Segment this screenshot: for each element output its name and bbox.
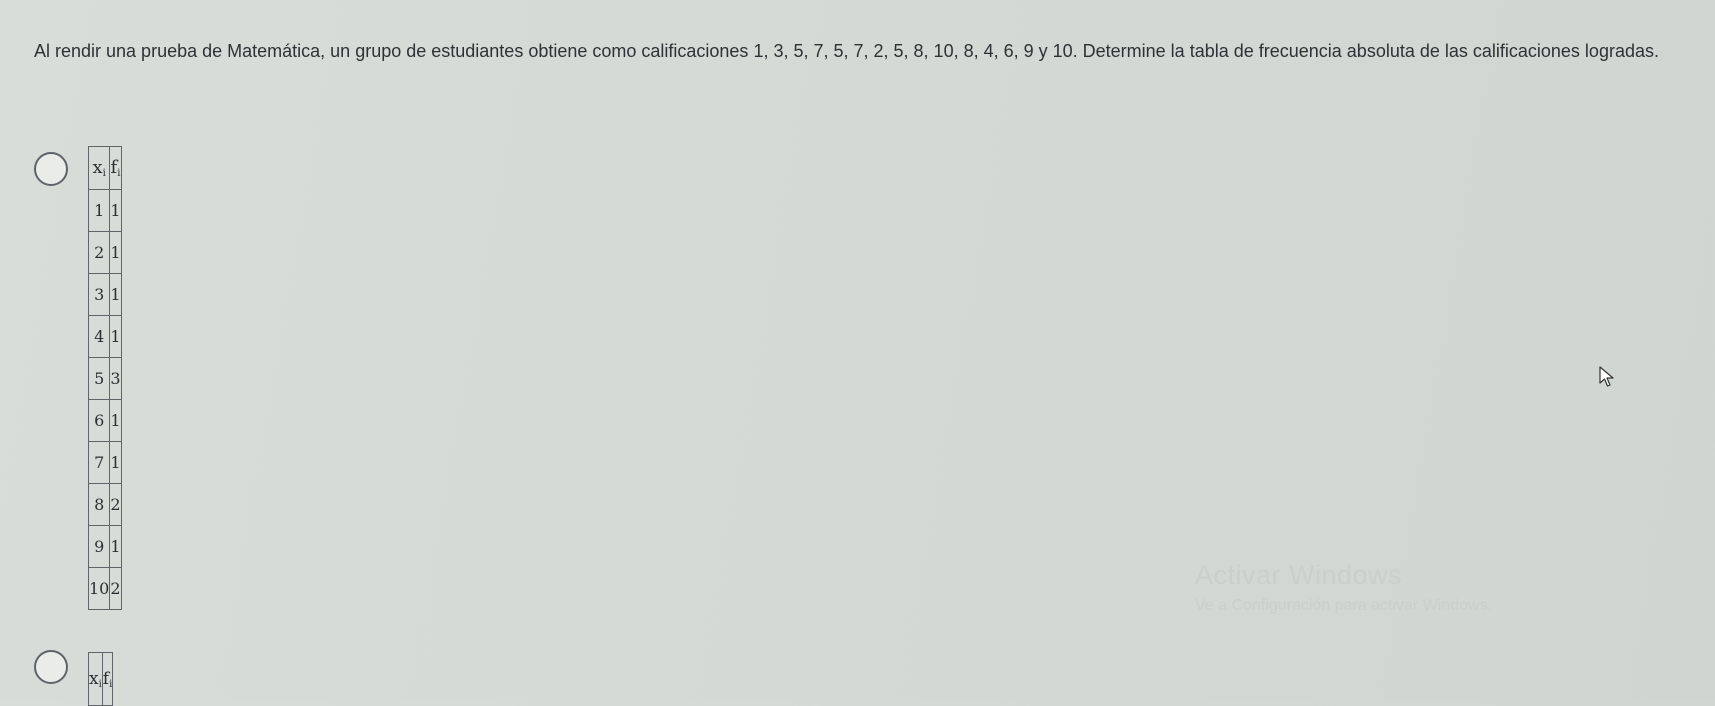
table-row: 2 1 bbox=[87, 231, 122, 274]
table-row: 6 1 bbox=[87, 399, 122, 442]
fi-header: fi bbox=[109, 146, 122, 190]
fi-cell: 1 bbox=[109, 441, 122, 484]
table-row: 9 1 bbox=[87, 525, 122, 568]
fi-cell: 1 bbox=[109, 315, 122, 358]
table-header-row: xi fi bbox=[87, 146, 122, 190]
fi-cell: 3 bbox=[109, 357, 122, 400]
option-b-radio[interactable] bbox=[34, 650, 68, 684]
option-b-frequency-table: xi fi bbox=[88, 652, 114, 706]
windows-activation-watermark: Activar Windows Ve a Configuración para … bbox=[1195, 560, 1492, 615]
fi-header: fi bbox=[101, 652, 114, 706]
xi-cell: 7 bbox=[87, 441, 111, 484]
table-row: 3 1 bbox=[87, 273, 122, 316]
table-row: 1 1 bbox=[87, 189, 122, 232]
xi-cell: 10 bbox=[87, 567, 111, 610]
fi-cell: 1 bbox=[109, 189, 122, 232]
table-row: 4 1 bbox=[87, 315, 122, 358]
xi-header: xi bbox=[88, 652, 103, 706]
watermark-subtitle: Ve a Configuración para activar Windows. bbox=[1195, 597, 1493, 614]
fi-cell: 2 bbox=[109, 483, 122, 526]
table-row: 10 2 bbox=[87, 567, 122, 610]
xi-cell: 6 bbox=[87, 399, 111, 442]
watermark-title: Activar Windows bbox=[1195, 560, 1403, 590]
table-row: 8 2 bbox=[87, 483, 122, 526]
table-header-row: xi fi bbox=[88, 652, 114, 706]
xi-cell: 3 bbox=[87, 273, 111, 316]
fi-cell: 1 bbox=[109, 273, 122, 316]
xi-cell: 2 bbox=[87, 231, 111, 274]
table-row: 7 1 bbox=[87, 441, 122, 484]
option-a-frequency-table: xi fi 1 1 2 1 3 1 4 1 5 3 6 1 7 1 8 2 9 … bbox=[87, 146, 122, 610]
mouse-pointer-icon bbox=[1599, 366, 1614, 387]
fi-cell: 1 bbox=[109, 231, 122, 274]
question-text: Al rendir una prueba de Matemática, un g… bbox=[34, 41, 1659, 61]
fi-cell: 1 bbox=[109, 525, 122, 568]
xi-cell: 1 bbox=[87, 189, 111, 232]
fi-cell: 2 bbox=[109, 567, 122, 610]
table-row: 5 3 bbox=[87, 357, 122, 400]
xi-cell: 9 bbox=[87, 525, 111, 568]
fi-cell: 1 bbox=[109, 399, 122, 442]
xi-cell: 5 bbox=[87, 357, 111, 400]
xi-cell: 4 bbox=[87, 315, 111, 358]
xi-header: xi bbox=[87, 146, 111, 190]
option-a-radio[interactable] bbox=[34, 152, 68, 186]
xi-cell: 8 bbox=[87, 483, 111, 526]
